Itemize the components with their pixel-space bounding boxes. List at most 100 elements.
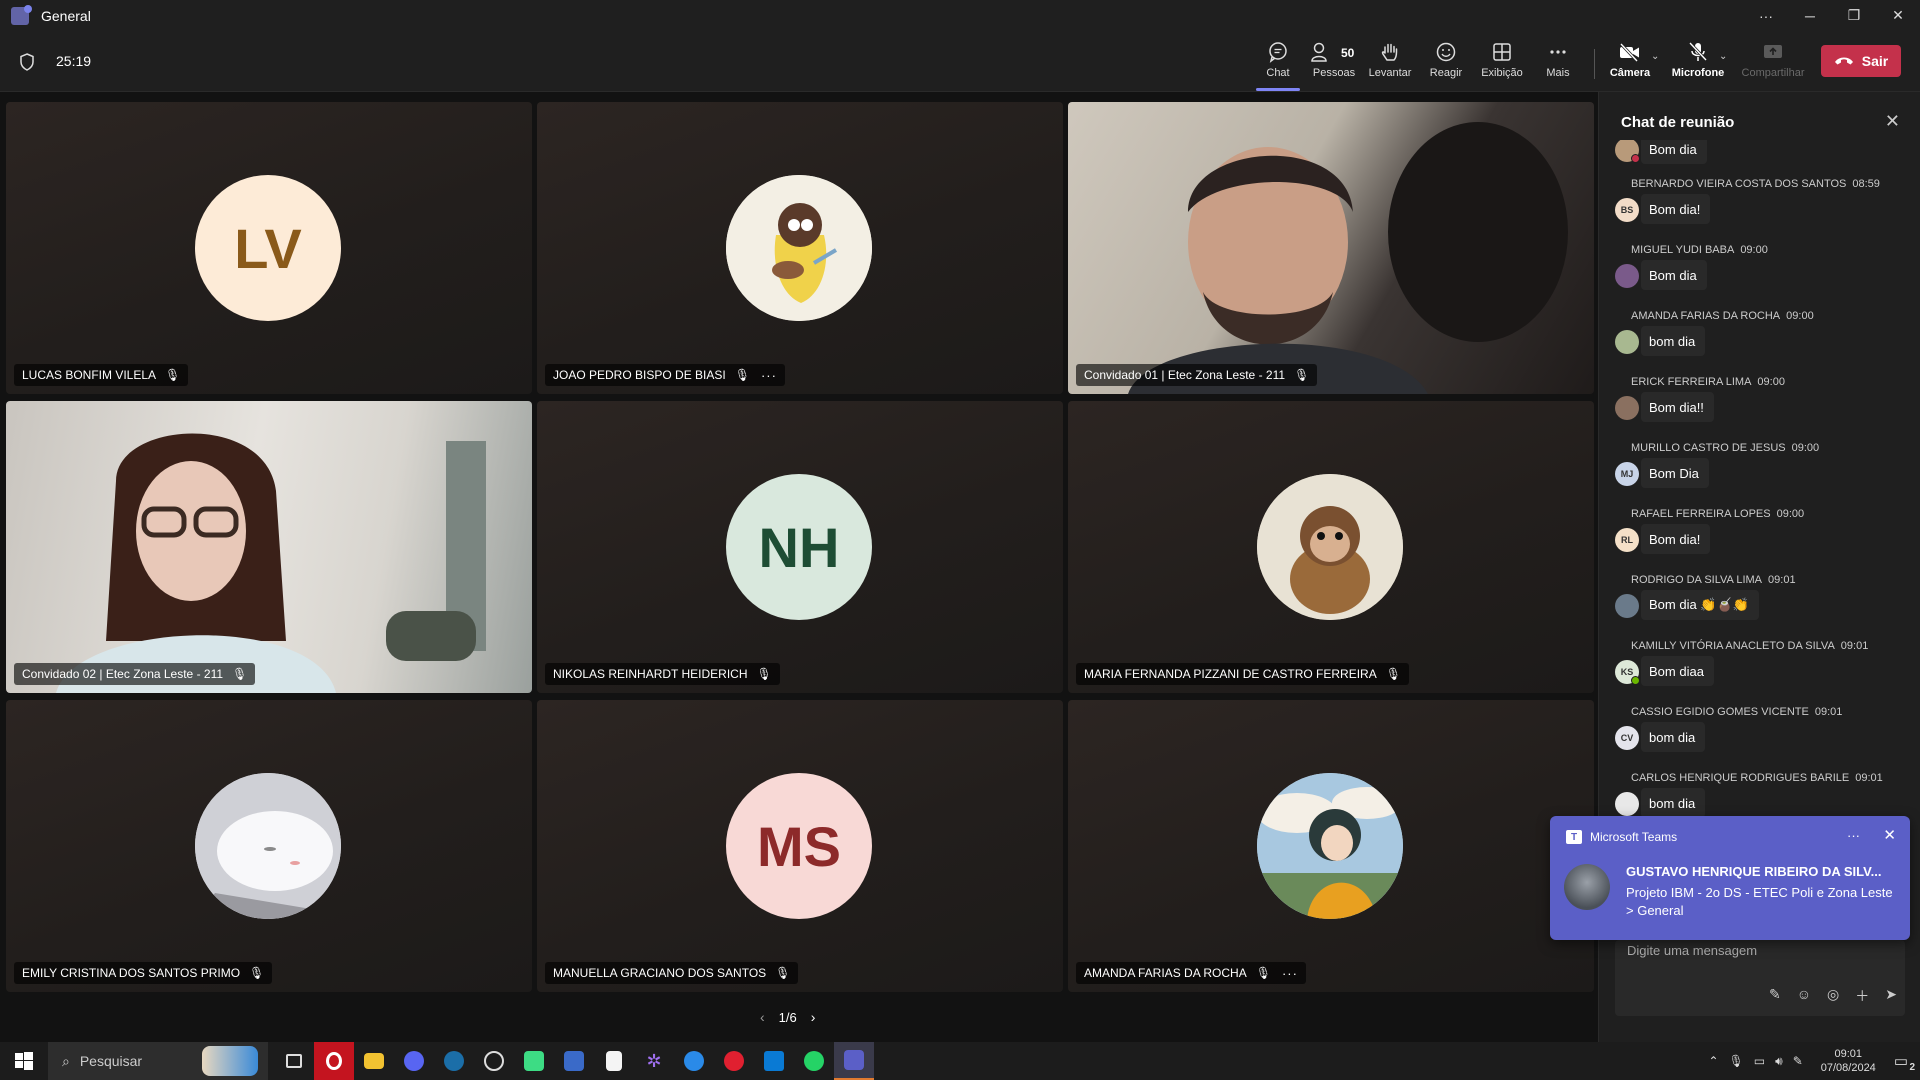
more-options-icon[interactable]: ··· <box>1282 966 1298 981</box>
people-button[interactable]: 50 Pessoas <box>1306 41 1362 85</box>
sticker-icon[interactable]: ◎ <box>1827 986 1839 1006</box>
system-clock[interactable]: 09:01 07/08/2024 <box>1821 1047 1876 1075</box>
message-author: BERNARDO VIEIRA COSTA DOS SANTOS <box>1631 178 1847 190</box>
discord-icon[interactable] <box>394 1042 434 1080</box>
task-view-icon[interactable] <box>274 1042 314 1080</box>
message-text: bom dia <box>1641 722 1706 752</box>
mic-muted-icon: 🎙︎ <box>756 667 772 681</box>
participant-tile[interactable]: LV LUCAS BONFIM VILELA 🎙︎ <box>6 102 532 394</box>
close-window-button[interactable]: ✕ <box>1876 0 1920 31</box>
app-store-icon[interactable] <box>674 1042 714 1080</box>
anime-avatar-image <box>1257 773 1403 919</box>
format-icon[interactable]: ✎ <box>1769 986 1781 1006</box>
add-icon[interactable]: ＋ <box>1855 986 1869 1006</box>
avatar: NH <box>726 474 872 620</box>
message-meta: MIGUEL YUDI BABA 09:00 <box>1631 244 1768 256</box>
pen-icon[interactable]: ✎ <box>1793 1054 1803 1068</box>
toast-body: Projeto IBM - 2o DS - ETEC Poli e Zona L… <box>1626 885 1893 918</box>
people-icon <box>1311 42 1327 62</box>
chevron-up-icon[interactable]: ⌃ <box>1708 1054 1718 1068</box>
network-icon[interactable]: ▭ <box>1754 1054 1765 1068</box>
whatsapp-icon[interactable] <box>794 1042 834 1080</box>
notification-center-icon[interactable]: ▭ 2 <box>1894 1052 1915 1073</box>
toast-more-icon[interactable]: ··· <box>1847 828 1860 843</box>
participant-name-tag: JOAO PEDRO BISPO DE BIASI 🎙︎ ··· <box>545 364 785 386</box>
microphone-options-chevron-icon[interactable]: ⌄ <box>1719 51 1727 62</box>
file-explorer-icon[interactable] <box>354 1042 394 1080</box>
mic-muted-icon: 🎙︎ <box>1294 368 1310 382</box>
avatar <box>1615 594 1639 618</box>
participant-tile[interactable]: JOAO PEDRO BISPO DE BIASI 🎙︎ ··· <box>537 102 1063 394</box>
camera-options-chevron-icon[interactable]: ⌄ <box>1651 51 1659 62</box>
more-options-icon[interactable]: ··· <box>761 368 777 383</box>
participant-tile[interactable]: MS MANUELLA GRACIANO DOS SANTOS 🎙︎ <box>537 700 1063 992</box>
more-options-icon[interactable]: ··· <box>1744 0 1788 31</box>
presence-available-icon <box>1631 676 1640 685</box>
paint-icon[interactable] <box>554 1042 594 1080</box>
participant-tile[interactable]: AMANDA FARIAS DA ROCHA 🎙︎ ··· <box>1068 700 1594 992</box>
toast-close-icon[interactable]: ✕ <box>1883 826 1896 844</box>
camera-button[interactable]: Câmera <box>1602 41 1658 85</box>
participant-tile[interactable]: MARIA FERNANDA PIZZANI DE CASTRO FERREIR… <box>1068 401 1594 693</box>
people-label: Pessoas <box>1312 67 1356 79</box>
vscode-icon[interactable] <box>754 1042 794 1080</box>
previous-page-icon[interactable]: ‹ <box>760 1009 765 1025</box>
notepad-icon[interactable] <box>594 1042 634 1080</box>
participant-name: NIKOLAS REINHARDT HEIDERICH <box>553 667 748 681</box>
notification-toast[interactable]: T Microsoft Teams ··· ✕ GUSTAVO HENRIQUE… <box>1550 816 1910 940</box>
emoji-icon <box>1436 42 1456 62</box>
participant-name-tag: EMILY CRISTINA DOS SANTOS PRIMO 🎙︎ <box>14 962 273 984</box>
participant-name-tag: NIKOLAS REINHARDT HEIDERICH 🎙︎ <box>545 663 780 685</box>
media-player-icon[interactable] <box>714 1042 754 1080</box>
view-button[interactable]: Exibição <box>1474 41 1530 85</box>
more-button[interactable]: Mais <box>1530 41 1586 85</box>
steam-icon[interactable] <box>434 1042 474 1080</box>
react-button[interactable]: Reagir <box>1418 41 1474 85</box>
emoji-icon[interactable]: ☺ <box>1797 986 1811 1006</box>
microphone-label: Microfone <box>1671 67 1725 79</box>
mic-muted-icon: 🎙︎ <box>249 966 265 980</box>
raise-hand-button[interactable]: Levantar <box>1362 41 1418 85</box>
chat-button[interactable]: Chat <box>1250 41 1306 91</box>
minimize-button[interactable]: ─ <box>1788 0 1832 31</box>
start-button[interactable] <box>0 1042 48 1080</box>
message-author: RAFAEL FERREIRA LOPES <box>1631 508 1771 520</box>
chat-message-list[interactable]: Bom dia BERNARDO VIEIRA COSTA DOS SANTOS… <box>1599 140 1919 820</box>
send-icon[interactable]: ➤ <box>1885 986 1897 1006</box>
avatar: RL <box>1615 528 1639 552</box>
message-text: Bom dia 👏🧉👏 <box>1641 590 1759 620</box>
app-icon[interactable]: ✲ <box>634 1042 674 1080</box>
share-button[interactable]: Compartilhar <box>1740 41 1806 85</box>
message-text: Bom dia! <box>1641 194 1711 224</box>
next-page-icon[interactable]: › <box>811 1009 816 1025</box>
message-text: Bom Dia <box>1641 458 1709 488</box>
participant-tile[interactable]: Convidado 02 | Etec Zona Leste - 211 🎙︎ <box>6 401 532 693</box>
taskbar: ⌕ Pesquisar ✲ ⌃ 🎙︎ ▭ 🔊︎ ✎ 09:01 07/08/20… <box>0 1042 1920 1080</box>
microphone-icon[interactable]: 🎙︎ <box>1729 1054 1744 1068</box>
participant-tile[interactable]: Convidado 01 | Etec Zona Leste - 211 🎙︎ <box>1068 102 1594 394</box>
leave-button[interactable]: Sair <box>1821 45 1901 77</box>
android-studio-icon[interactable] <box>514 1042 554 1080</box>
restore-button[interactable]: ❐ <box>1832 0 1876 31</box>
view-label: Exibição <box>1481 67 1523 79</box>
message-time: 09:01 <box>1840 640 1869 652</box>
message-time: 09:00 <box>1786 310 1814 322</box>
clock-time: 09:01 <box>1834 1048 1863 1060</box>
participant-tile[interactable]: NH NIKOLAS REINHARDT HEIDERICH 🎙︎ <box>537 401 1063 693</box>
close-chat-icon[interactable]: ✕ <box>1885 111 1900 132</box>
avatar <box>1615 330 1639 354</box>
teams-taskbar-icon[interactable] <box>834 1042 874 1080</box>
message-meta: CASSIO EGIDIO GOMES VICENTE 09:01 <box>1631 706 1842 718</box>
volume-icon[interactable]: 🔊︎ <box>1775 1054 1783 1069</box>
window-controls: ··· ─ ❐ ✕ <box>1744 0 1920 31</box>
opera-browser-icon[interactable] <box>314 1042 354 1080</box>
camera-off-icon <box>1619 42 1639 63</box>
participant-tile[interactable]: EMILY CRISTINA DOS SANTOS PRIMO 🎙︎ <box>6 700 532 992</box>
chat-panel-title: Chat de reunião <box>1621 114 1735 131</box>
share-label: Compartilhar <box>1741 67 1805 79</box>
microphone-button[interactable]: Microfone <box>1670 41 1726 85</box>
message-compose-box[interactable]: Digite uma mensagem ✎ ☺ ◎ ＋ ➤ <box>1615 940 1905 1016</box>
notification-count: 2 <box>1909 1062 1915 1073</box>
taskbar-search[interactable]: ⌕ Pesquisar <box>48 1042 268 1080</box>
obs-icon[interactable] <box>474 1042 514 1080</box>
